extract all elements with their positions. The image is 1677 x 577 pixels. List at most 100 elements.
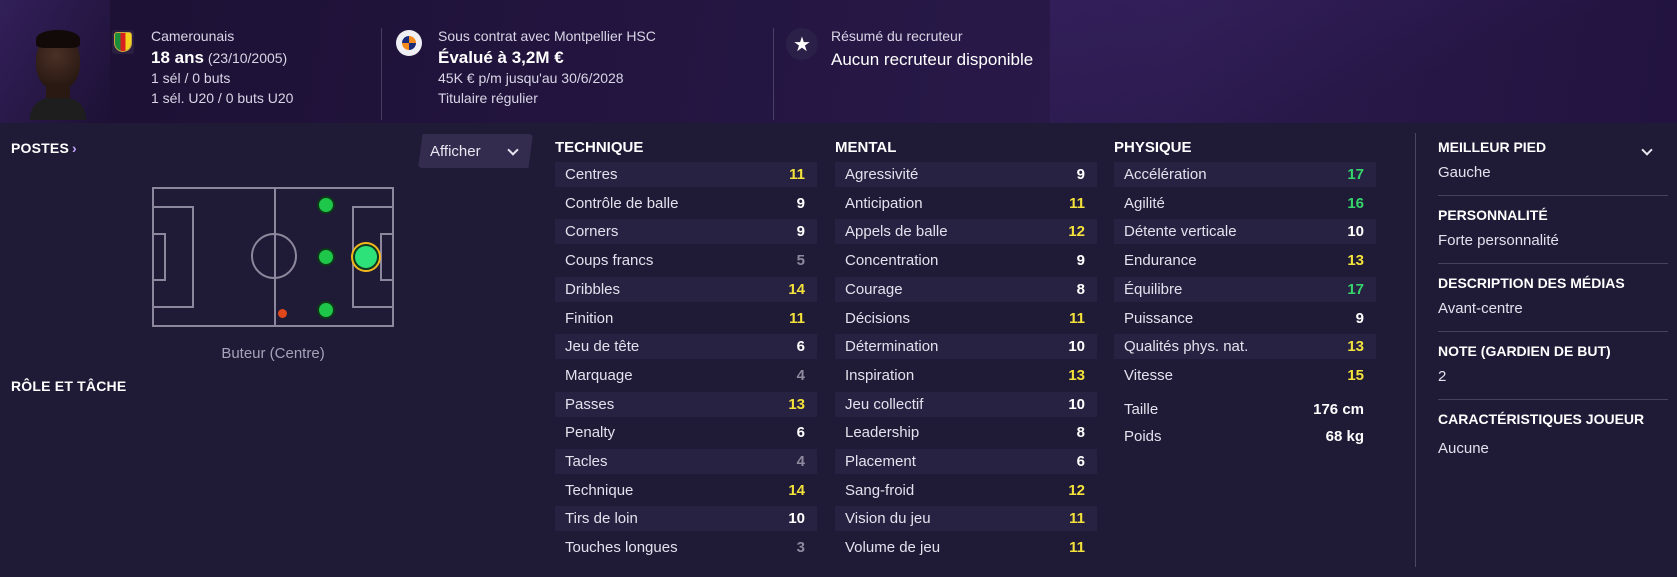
position-pitch [152,187,394,327]
attribute-row[interactable]: Agressivité 9 [835,162,1097,187]
attribute-label: Passes [565,395,615,413]
attribute-row[interactable]: Sang-froid 12 [835,478,1097,503]
attribute-row[interactable]: Détente verticale 10 [1114,219,1376,245]
attribute-label: Accélération [1124,166,1207,183]
scout-value: Aucun recruteur disponible [831,50,1034,69]
attribute-value: 11 [1069,539,1085,557]
attribute-row[interactable]: Jeu collectif 10 [835,391,1097,417]
attribute-label: Placement [845,453,916,470]
attribute-row[interactable]: Courage 8 [835,276,1097,302]
cameroon-flag-icon[interactable] [112,30,134,54]
attribute-row[interactable]: Marquage 4 [555,363,817,388]
attribute-label: Centres [565,166,618,183]
attribute-row[interactable]: Volume de jeu 11 [835,535,1097,560]
attribute-row[interactable]: Penalty 6 [555,420,817,445]
attribute-row[interactable]: Placement 6 [835,449,1097,474]
attribute-value: 3 [796,539,805,557]
attribute-value: 5 [796,252,805,270]
attribute-value: 11 [789,309,805,327]
montpellier-club-icon[interactable] [396,30,422,56]
attribute-row[interactable]: Accélération 17 [1114,162,1376,187]
attribute-row[interactable]: Agilité 16 [1114,191,1376,216]
attribute-row[interactable]: Équilibre 17 [1114,276,1376,302]
attribute-label: Finition [565,309,614,327]
afficher-label: Afficher [430,142,481,160]
attribute-row[interactable]: Dribbles 14 [555,276,817,302]
attribute-row[interactable]: Passes 13 [555,391,817,417]
attribute-label: Inspiration [845,366,915,384]
positions-title[interactable]: POSTES › [11,140,77,156]
star-icon: ★ [786,28,818,60]
gk-rating-title: NOTE (GARDIEN DE BUT) [1438,343,1611,359]
attribute-value: 13 [788,395,805,413]
divider [1415,133,1416,567]
attribute-label: Détente verticale [1124,223,1237,241]
divider [1438,331,1668,332]
attribute-value: 8 [1076,280,1085,298]
attribute-label: Marquage [565,366,633,384]
attribute-row[interactable]: Contrôle de balle 9 [555,191,817,216]
contract-club[interactable]: Sous contrat avec Montpellier HSC [438,26,656,46]
best-foot-value: Gauche [1438,164,1491,181]
attribute-row[interactable]: Tacles 4 [555,449,817,474]
attribute-row[interactable]: Inspiration 13 [835,363,1097,388]
attribute-row[interactable]: Concentration 9 [835,248,1097,273]
attribute-label: Jeu collectif [845,395,924,413]
attribute-row[interactable]: Détermination 10 [835,334,1097,360]
role-title[interactable]: RÔLE ET TÂCHE [11,378,126,394]
attribute-value: 16 [1347,194,1364,212]
attribute-value: 8 [1076,424,1085,442]
contract-info: Sous contrat avec Montpellier HSC Évalué… [438,26,656,108]
attribute-row[interactable]: Centres 11 [555,162,817,187]
attribute-row[interactable]: Qualités phys. nat. 13 [1114,334,1376,360]
position-dot [317,196,335,214]
attribute-row[interactable]: Technique 14 [555,478,817,503]
wage: 45K € p/m jusqu'au 30/6/2028 [438,70,624,86]
personality-title: PERSONNALITÉ [1438,207,1548,223]
media-title: DESCRIPTION DES MÉDIAS [1438,275,1625,291]
attribute-row[interactable]: Coups francs 5 [555,248,817,273]
attribute-label: Concentration [845,252,939,270]
player-traits-value: Aucune [1438,440,1489,457]
afficher-dropdown[interactable]: Afficher [418,134,533,168]
weight-row: Poids 68 kg [1124,428,1364,445]
scout-summary: Résumé du recruteur Aucun recruteur disp… [831,26,1033,70]
attribute-value: 11 [789,166,805,183]
attribute-label: Courage [845,280,903,298]
squad-status: Titulaire régulier [438,90,538,106]
attribute-row[interactable]: Finition 11 [555,306,817,331]
attribute-row[interactable]: Touches longues 3 [555,535,817,560]
attribute-row[interactable]: Anticipation 11 [835,191,1097,216]
gk-rating-value: 2 [1438,368,1447,385]
player-age: 18 ans [151,48,204,67]
caps: 1 sél / 0 buts [151,70,231,86]
attribute-value: 9 [1076,252,1085,270]
main-position-dot [353,244,379,270]
attribute-row[interactable]: Puissance 9 [1114,306,1376,331]
attribute-value: 10 [788,510,805,528]
attribute-label: Équilibre [1124,280,1183,298]
attribute-row[interactable]: Tirs de loin 10 [555,506,817,532]
attribute-value: 6 [796,338,805,356]
attribute-label: Penalty [565,424,616,442]
attribute-value: 17 [1347,280,1364,298]
attribute-row[interactable]: Jeu de tête 6 [555,334,817,360]
player-birthdate: (23/10/2005) [207,50,288,66]
attribute-label: Appels de balle [845,223,948,241]
attribute-value: 13 [1347,338,1364,356]
nationality: Camerounais [151,28,235,44]
attribute-value: 6 [1076,453,1085,470]
attribute-value: 9 [1355,309,1364,327]
attribute-value: 12 [1068,223,1085,241]
personality-value: Forte personnalité [1438,232,1559,249]
attribute-value: 14 [788,280,805,298]
attribute-row[interactable]: Leadership 8 [835,420,1097,445]
attribute-row[interactable]: Endurance 13 [1114,248,1376,273]
attribute-row[interactable]: Vitesse 15 [1114,363,1376,388]
attribute-value: 11 [1069,309,1085,327]
attribute-row[interactable]: Corners 9 [555,219,817,245]
attribute-row[interactable]: Vision du jeu 11 [835,506,1097,532]
attribute-row[interactable]: Décisions 11 [835,306,1097,331]
divider [1438,263,1668,264]
attribute-row[interactable]: Appels de balle 12 [835,219,1097,245]
